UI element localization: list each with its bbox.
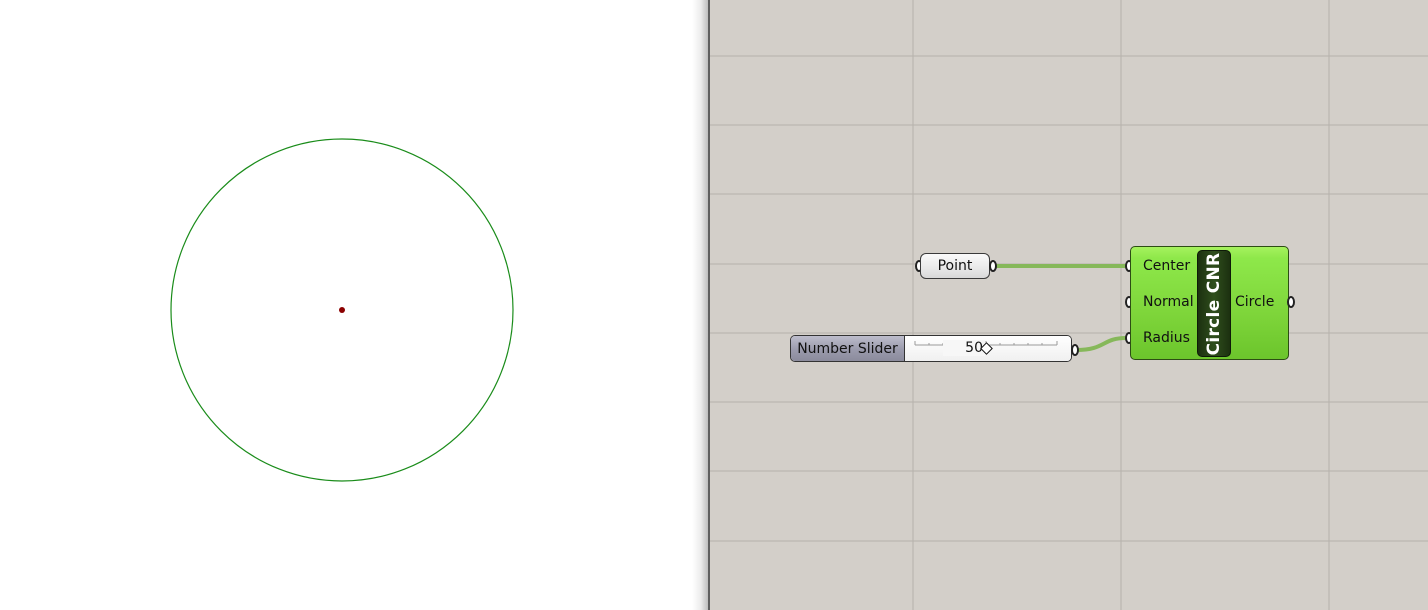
- center-input-label[interactable]: Center: [1143, 258, 1190, 274]
- point-param[interactable]: Point: [920, 253, 990, 279]
- panel-splitter[interactable]: [692, 0, 708, 610]
- radius-input-label[interactable]: Radius: [1143, 330, 1190, 346]
- grasshopper-canvas[interactable]: Point Number Slider 50 Center Normal Rad…: [708, 0, 1428, 610]
- rhino-viewport[interactable]: [0, 0, 706, 610]
- circle-output-grip[interactable]: [1287, 296, 1295, 308]
- slider-track[interactable]: 50: [905, 336, 1071, 361]
- component-name-strip: Circle CNR: [1197, 250, 1231, 357]
- point-output-grip[interactable]: [989, 260, 997, 272]
- normal-input-label[interactable]: Normal: [1143, 294, 1194, 310]
- canvas-grid: [710, 0, 1428, 610]
- component-name: Circle CNR: [1204, 252, 1224, 355]
- circle-cnr-component[interactable]: Center Normal Radius Circle CNR Circle: [1130, 246, 1289, 360]
- viewport-drawing: [170, 138, 514, 482]
- circle-output-label[interactable]: Circle: [1235, 294, 1274, 310]
- number-slider-label[interactable]: Number Slider: [791, 336, 905, 361]
- center-point[interactable]: [339, 307, 345, 313]
- number-slider[interactable]: Number Slider 50: [790, 335, 1072, 362]
- point-param-label: Point: [937, 258, 973, 274]
- number-slider-label-text: Number Slider: [797, 340, 898, 357]
- slider-output-grip[interactable]: [1071, 344, 1079, 356]
